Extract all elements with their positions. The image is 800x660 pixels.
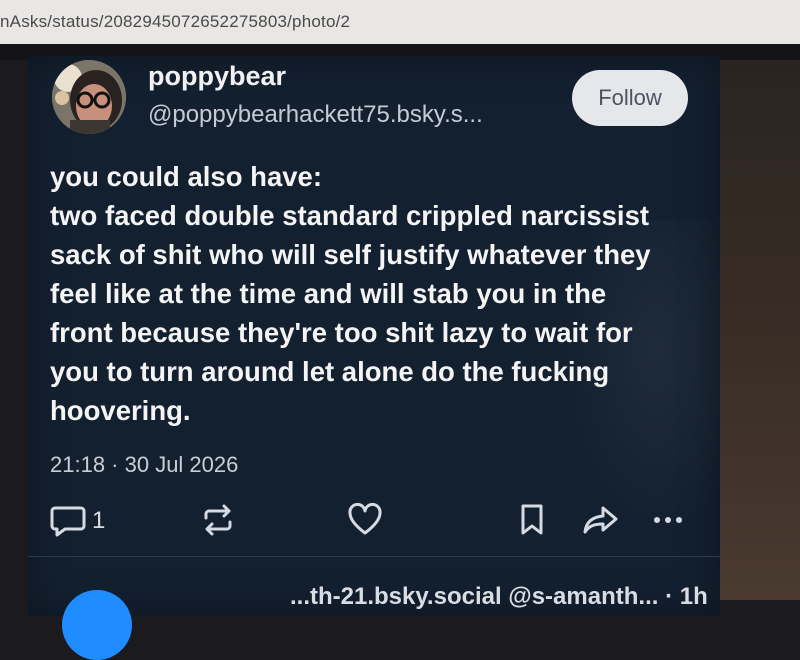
next-post-header[interactable]: ...th-21.bsky.social @s-amanth... · 1h xyxy=(290,583,708,611)
repost-icon xyxy=(204,504,232,536)
avatar-image xyxy=(52,60,126,134)
bookmark-icon xyxy=(521,504,543,535)
heart-icon xyxy=(348,502,382,535)
author-handle[interactable]: @poppybearhackett75.bsky.s... xyxy=(148,101,483,129)
avatar[interactable] xyxy=(52,60,126,134)
post-line: you could also have: xyxy=(50,161,323,192)
bookmark-button[interactable] xyxy=(517,500,547,540)
reply-count: 1 xyxy=(92,507,106,534)
repost-button[interactable] xyxy=(200,500,236,540)
reply-icon xyxy=(50,506,86,537)
browser-url-bar[interactable]: nAsks/status/2082945072652275803/photo/2 xyxy=(0,0,800,46)
post-timestamp[interactable]: 21:18 · 30 Jul 2026 xyxy=(50,452,238,478)
screen-glare xyxy=(560,220,720,540)
divider xyxy=(28,556,720,557)
follow-button[interactable]: Follow xyxy=(572,70,688,126)
author-display-name[interactable]: poppybear xyxy=(148,61,286,92)
reply-button[interactable] xyxy=(50,500,86,540)
url-text: nAsks/status/2082945072652275803/photo/2 xyxy=(0,12,351,31)
like-button[interactable] xyxy=(347,500,383,540)
next-post-avatar[interactable] xyxy=(62,590,132,660)
